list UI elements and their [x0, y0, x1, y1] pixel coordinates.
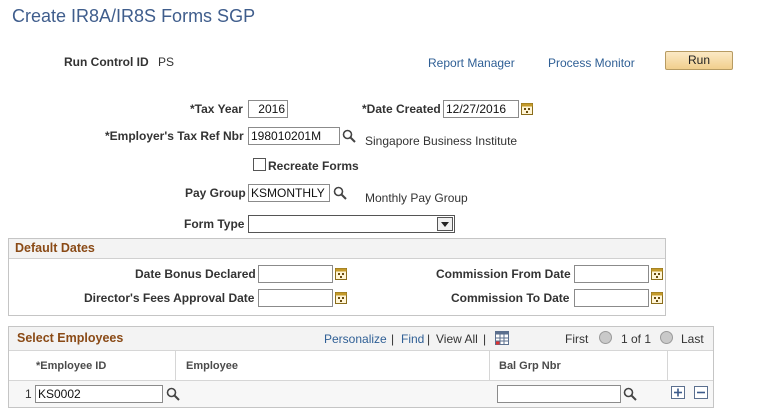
- magnifier-icon[interactable]: [333, 186, 347, 200]
- commission-from-label: Commission From Date: [436, 267, 571, 281]
- commission-to-label: Commission To Date: [451, 291, 570, 305]
- directors-fees-label: Director's Fees Approval Date: [84, 291, 255, 305]
- employee-id-field[interactable]: KS0002: [35, 385, 163, 403]
- tax-ref-field[interactable]: 198010201M: [248, 127, 340, 145]
- tax-ref-description: Singapore Business Institute: [365, 134, 518, 148]
- calendar-icon[interactable]: [651, 291, 663, 304]
- pay-group-field[interactable]: KSMONTHLY: [248, 184, 330, 202]
- separator: |: [391, 332, 395, 346]
- grid-toolbar: Select Employees Personalize | Find | Vi…: [9, 327, 713, 351]
- select-employees-grid: Select Employees Personalize | Find | Vi…: [8, 326, 714, 408]
- last-label: Last: [681, 332, 704, 346]
- page-title: Create IR8A/IR8S Forms SGP: [12, 6, 256, 26]
- default-dates-title: Default Dates: [9, 239, 665, 259]
- personalize-link[interactable]: Personalize: [324, 332, 387, 346]
- commission-from-field[interactable]: [574, 265, 649, 283]
- magnifier-icon[interactable]: [342, 129, 356, 143]
- tax-year-field[interactable]: 2016: [248, 100, 288, 118]
- commission-to-field[interactable]: [574, 289, 649, 307]
- tax-year-label: *Tax Year: [190, 102, 243, 116]
- run-control-label: Run Control ID: [64, 55, 149, 69]
- column-employee-id: *Employee ID: [36, 360, 107, 372]
- table-row: 1 KS0002: [9, 381, 713, 407]
- calendar-icon[interactable]: [651, 267, 663, 280]
- tax-ref-label: *Employer's Tax Ref Nbr: [105, 129, 244, 143]
- chevron-down-icon[interactable]: [437, 217, 453, 231]
- calendar-icon[interactable]: [335, 267, 347, 280]
- recreate-forms-label: Recreate Forms: [268, 159, 359, 173]
- view-all-link[interactable]: View All: [436, 332, 478, 346]
- calendar-icon[interactable]: [335, 291, 347, 304]
- directors-fees-field[interactable]: [258, 289, 333, 307]
- bal-grp-nbr-field[interactable]: [497, 385, 621, 403]
- grid-column-header: *Employee ID Employee Bal Grp Nbr: [9, 351, 713, 405]
- find-link[interactable]: Find: [401, 332, 424, 346]
- column-bal-grp-nbr: Bal Grp Nbr: [499, 360, 561, 372]
- date-bonus-field[interactable]: [258, 265, 333, 283]
- run-control-value: PS: [158, 55, 175, 69]
- first-label: First: [565, 332, 589, 346]
- date-bonus-label: Date Bonus Declared: [135, 267, 256, 281]
- calendar-icon[interactable]: [521, 102, 533, 115]
- report-manager-link[interactable]: Report Manager: [428, 56, 515, 70]
- date-created-field[interactable]: 12/27/2016: [443, 100, 519, 118]
- minus-icon[interactable]: [694, 386, 708, 399]
- previous-icon[interactable]: [599, 331, 612, 344]
- pay-group-label: Pay Group: [185, 186, 246, 200]
- select-employees-title: Select Employees: [17, 331, 124, 345]
- row-range: 1 of 1: [621, 332, 652, 346]
- pay-group-description: Monthly Pay Group: [365, 191, 468, 205]
- magnifier-icon[interactable]: [623, 387, 637, 401]
- grid-icon[interactable]: [495, 331, 509, 345]
- magnifier-icon[interactable]: [166, 387, 180, 401]
- recreate-forms-checkbox[interactable]: [253, 158, 266, 171]
- form-type-label: Form Type: [184, 217, 245, 231]
- next-icon[interactable]: [660, 331, 673, 344]
- plus-icon[interactable]: [671, 386, 685, 399]
- form-type-select[interactable]: [248, 215, 455, 233]
- column-employee: Employee: [186, 360, 238, 372]
- separator: |: [427, 332, 431, 346]
- process-monitor-link[interactable]: Process Monitor: [548, 56, 635, 70]
- row-number: 1: [25, 387, 32, 401]
- run-button[interactable]: Run: [665, 51, 733, 70]
- separator: |: [483, 332, 487, 346]
- date-created-label: *Date Created: [362, 102, 441, 116]
